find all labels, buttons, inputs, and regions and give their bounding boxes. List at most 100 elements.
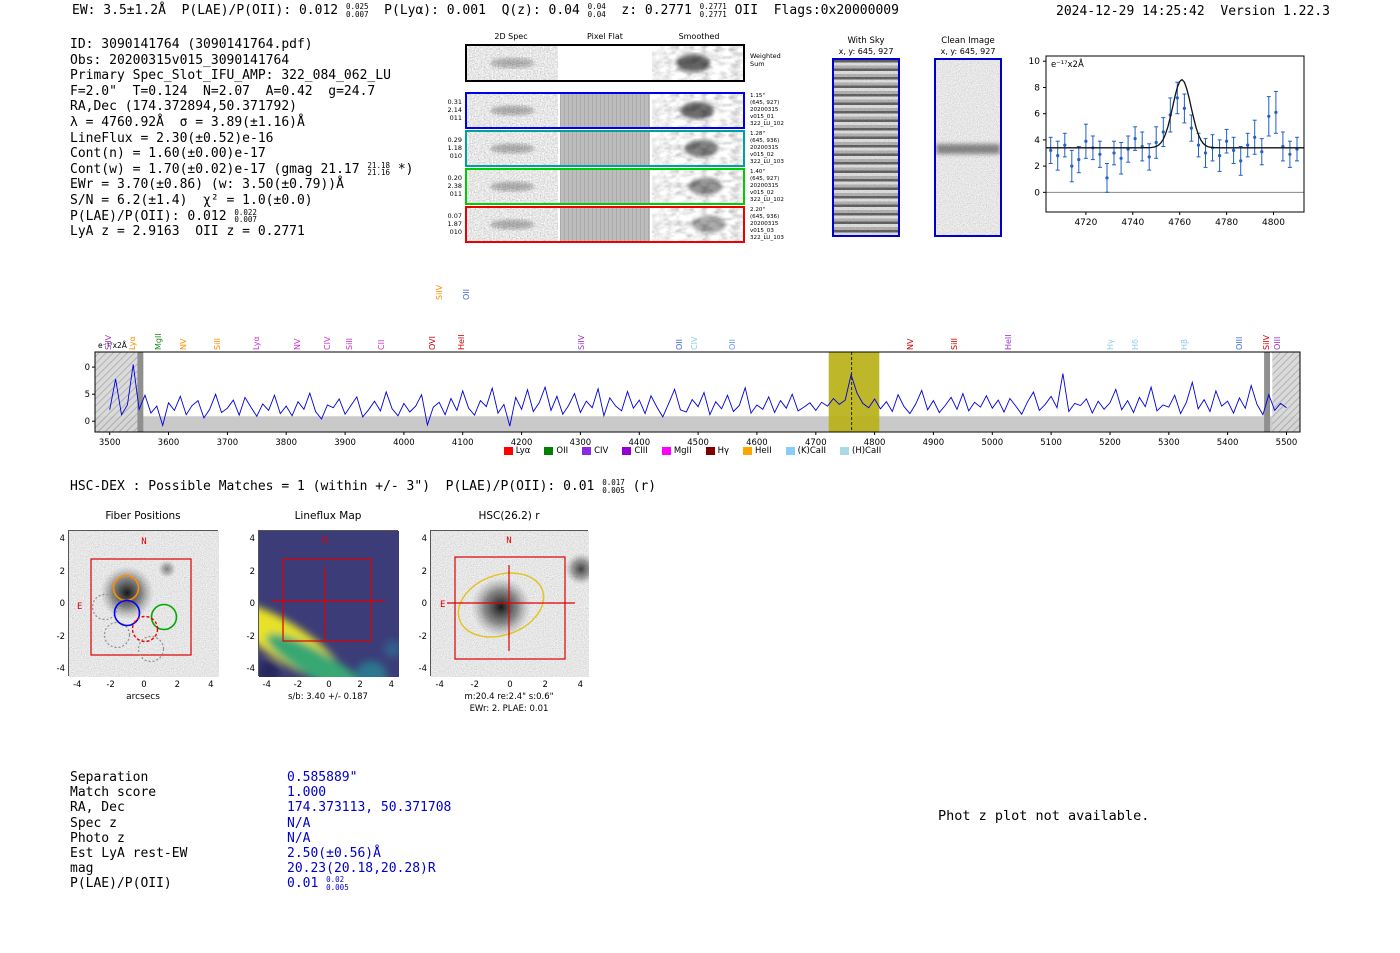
y-tick-label: -2 [418,631,427,642]
fiber-row-left-labels: 0.20 2.38 011 [447,174,462,198]
legend-item: (H)CaII [840,446,881,456]
stacked-uncertainty: 0.022 0.007 [234,207,257,225]
x-tick-label: 0 [141,680,147,690]
match-table-label: Photo z [70,830,125,846]
x-tick-label: -2 [293,680,303,690]
match-table-row: P(LAE)/P(OII) 0.01 0.02 0.005 [70,876,451,891]
pixel-flat-panel [559,170,651,203]
match-table-value: N/A [287,815,311,831]
with-sky-panel: With Sky x, y: 645, 927 [824,36,908,237]
x-tick-label: 0 [326,680,332,690]
info-line: Cont(w) = 1.70(±0.02)e-17 (gmag 21.17 21… [70,160,414,178]
hscdex-summary-line: HSC-DEX : Possible Matches = 1 (within +… [70,478,657,495]
lineflux-map-caption: s/b: 3.40 +/- 0.187 [288,692,368,702]
with-sky-title: With Sky [847,36,885,46]
x-tick-label: 4 [388,680,394,690]
spec2d-weighted-sum-row [465,44,745,82]
pixel-flat-panel [559,94,651,127]
detection-info-block: ID: 3090141764 (3090141764.pdf) Obs: 2020… [70,37,413,240]
clean-image-panel: Clean Image x, y: 645, 927 [926,36,1010,237]
svg-text:4760: 4760 [1168,218,1191,228]
info-line: LyA z = 2.9163 OII z = 0.2771 [70,224,305,240]
spectrum-legend: Lyα OII CIV CIII MgII Hγ HeII (K)CaII (H)CaII [85,446,1300,456]
legend-swatch [622,447,632,455]
lineflux-map-graphic: N [230,531,402,697]
fiber-positions-title: Fiber Positions [105,510,181,522]
compass-n-label: N [506,536,511,546]
emission-line-label: OII [462,288,471,300]
compass-e-label: E [440,600,445,610]
spec2d-fiber-row [465,206,745,243]
x-tick-label: 4 [577,680,583,690]
y-tick-label: 2 [249,566,255,577]
fiber-positions-image: N E 4 2 0 -2 -4 -4 -2 0 2 4 [57,530,219,690]
y-tick-label: 4 [59,534,65,544]
hsc-r-caption-2: EWr: 2. PLAE: 0.01 [469,704,549,714]
match-table-label: Match score [70,785,157,801]
x-tick-label: 2 [174,680,181,690]
spec-2d-panel [467,46,558,80]
match-table-label: Separation [70,770,149,785]
fiber-row-right-labels: 1.15" (645, 927) 20200315 v015_01 322_LU_102 [750,93,784,127]
legend-swatch [743,447,752,455]
legend-item: (K)CaII [785,446,826,456]
stacked-uncertainty: 0.02 0.005 [326,875,349,892]
lineflux-map-title: Lineflux Map [294,510,362,522]
emission-line-labels: SiIV Lyα MgII NV SiII Lyα NV CIV SiII CII OVI SiIV H… [85,268,1310,350]
match-table-row: Photo z N/A [70,831,451,846]
y-tick-label: -4 [56,664,65,674]
y-tick-label: -2 [246,631,255,642]
x-tick-label: -4 [435,680,444,690]
info-line: EWr = 3.70(±0.86) (w: 3.50(±0.79))Å [70,177,344,193]
spec-2d-panel [467,132,558,165]
y-tick-label: -4 [418,664,427,674]
x-tick-label: 0 [507,680,513,690]
legend-swatch [582,447,592,455]
svg-text:0: 0 [85,417,90,427]
legend-swatch [544,447,554,455]
elixer-report: EW: 3.5±1.2Å P(LAE)/P(OII): 0.012 0.025 0… [0,0,1400,953]
stacked-uncertainty: 0.025 0.007 [345,2,369,19]
info-line: F=2.0" T=0.124 N=2.07 A=0.42 g=24.7 [70,83,376,99]
match-table-row: mag 20.23(20.18,20.28)R [70,861,451,876]
compass-e-label: E [77,602,82,612]
y-tick-label: 0 [59,599,65,609]
hsc-r-caption-1: m:20.4 re:2.4" s:0.6" [464,692,554,702]
y-tick-label: -2 [56,631,65,642]
line-fit-plot: 0 2 4 6 8 10 4720 4740 4760 4780 4800 e⁻¹⁷x2Å [1029,55,1305,228]
legend-item: OII [544,446,568,456]
svg-text:10: 10 [85,363,90,373]
match-table-row: Est LyA rest-EW 2.50(±0.56)Å [70,846,451,861]
y-tick-label: 4 [249,534,255,544]
match-table-label: Spec z [70,815,117,831]
arcsec-axis-label: arcsecs [126,692,160,702]
y-tick-label: 0 [249,599,255,609]
hsc-r-graphic: N E [431,531,597,677]
svg-text:4800: 4800 [1262,218,1285,228]
svg-text:2: 2 [1034,162,1040,172]
x-tick-label: -4 [262,680,271,690]
info-line: LineFlux = 2.30(±0.52)e-16 [70,130,274,146]
match-table-label: Est LyA rest-EW [70,845,188,861]
spec-2d-panel [467,208,558,241]
legend-swatch [840,447,850,455]
x-tick-label: -4 [72,680,82,690]
match-table-label: mag [70,861,94,877]
svg-text:6: 6 [1034,110,1040,120]
y-tick-label: 0 [421,599,427,609]
spec2d-cutouts-section: 2D Spec Pixel Flat Smoothed Weighted Sum… [440,26,820,251]
smoothed-2d-panel [652,170,744,203]
hsc-r-cutout: HSC(26.2) r N E 4 2 0 -2 -4 -4 -2 0 2 4 m:20.4 re… [419,510,597,714]
clean-image [934,58,1002,237]
info-line: Primary Spec_Slot_IFU_AMP: 322_084_062_L… [70,68,391,84]
match-table-label: RA, Dec [70,800,125,816]
emission-line-label: SiIV [434,284,444,300]
legend-swatch [785,447,795,455]
y-tick-label: -4 [246,664,255,674]
info-line: Cont(n) = 1.60(±0.00)e-17 [70,146,266,162]
svg-text:10: 10 [1029,57,1041,67]
stacked-uncertainty: 21.18 21.16 [367,160,390,178]
pixel-flat-panel [559,46,651,80]
pixel-flat-panel [559,132,651,165]
fiber-row-left-labels: 0.07 1.87 010 [447,212,462,236]
